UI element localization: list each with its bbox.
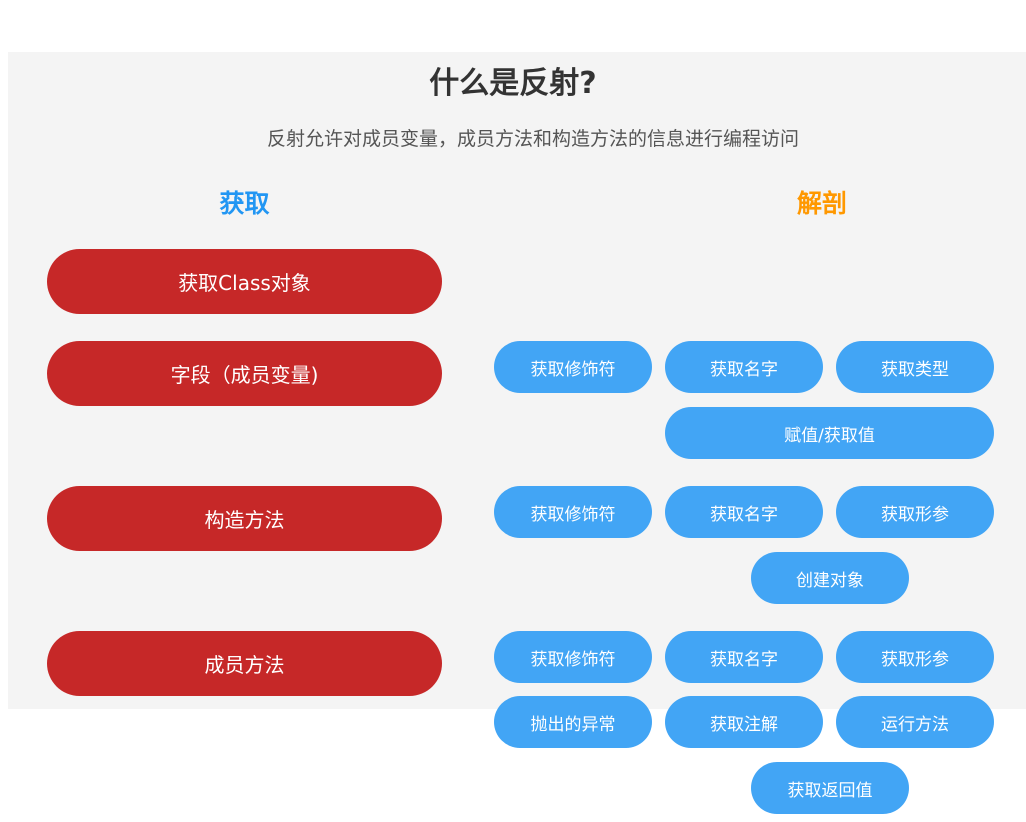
dissect-heading: 解剖 (796, 189, 847, 218)
field-node: 字段（成员变量) (47, 341, 442, 406)
get-class-object-node: 获取Class对象 (47, 249, 442, 314)
method-get-params-node: 获取形参 (836, 631, 994, 683)
method-get-modifier-node: 获取修饰符 (494, 631, 652, 683)
constructor-get-modifier-node: 获取修饰符 (494, 486, 652, 538)
field-get-type-node: 获取类型 (836, 341, 994, 393)
acquire-heading: 获取 (219, 189, 270, 218)
method-get-name-node: 获取名字 (665, 631, 823, 683)
method-node: 成员方法 (47, 631, 442, 696)
field-set-get-value-node: 赋值/获取值 (665, 407, 994, 459)
method-get-annotations-node: 获取注解 (665, 696, 823, 748)
field-get-name-node: 获取名字 (665, 341, 823, 393)
constructor-create-object-node: 创建对象 (751, 552, 909, 604)
page-subtitle: 反射允许对成员变量，成员方法和构造方法的信息进行编程访问 (266, 128, 799, 150)
method-invoke-node: 运行方法 (836, 696, 994, 748)
page-title: 什么是反射? (429, 66, 597, 101)
constructor-node: 构造方法 (47, 486, 442, 551)
method-get-return-value-node: 获取返回值 (751, 762, 909, 814)
method-exceptions-node: 抛出的异常 (494, 696, 652, 748)
field-get-modifier-node: 获取修饰符 (494, 341, 652, 393)
constructor-get-name-node: 获取名字 (665, 486, 823, 538)
constructor-get-params-node: 获取形参 (836, 486, 994, 538)
